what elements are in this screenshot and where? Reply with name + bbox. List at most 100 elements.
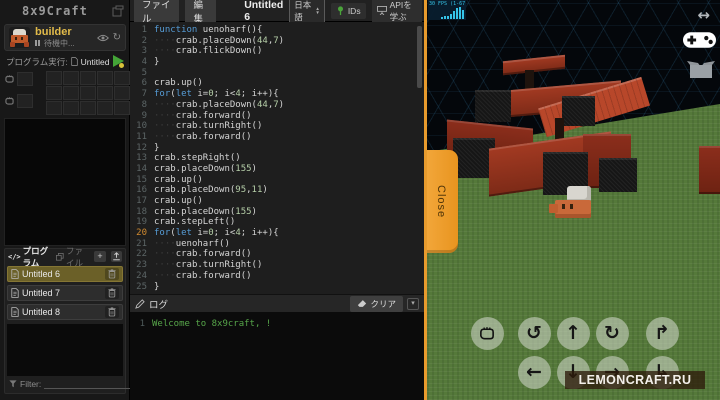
- clear-log-button[interactable]: クリア: [350, 295, 403, 312]
- eye-icon[interactable]: [96, 34, 109, 42]
- log-message: Welcome to 8x9craft, !: [152, 319, 272, 329]
- file-item[interactable]: Untitled 6: [7, 266, 123, 282]
- hand-slot-row: [4, 94, 33, 108]
- code-line: 13 crab.stepRight(): [130, 153, 424, 164]
- code-editor[interactable]: 1 function uenoharf(){2 ····crab.placeDown…: [130, 22, 424, 294]
- upload-button[interactable]: [110, 251, 122, 262]
- code-text: ····crab.forward(): [154, 270, 252, 281]
- app-logo: 8x9Craft: [22, 4, 88, 18]
- run-program-row: プログラム実行: Untitled 6: [4, 54, 126, 69]
- code-line: 20 for(let i=0; i<4; i++){: [130, 228, 424, 239]
- hand-icon: [4, 96, 15, 106]
- program-list-panel: </> プログラム ファイル + Untitled 6 Untitled 7 Unt…: [4, 246, 170, 394]
- file-item[interactable]: Untitled 8: [7, 304, 123, 320]
- inventory-slot[interactable]: [63, 101, 79, 115]
- code-line: 8 ····crab.placeDown(44,7): [130, 100, 424, 111]
- run-play-button[interactable]: [112, 55, 124, 68]
- filter-icon: [9, 380, 17, 388]
- document-icon: [70, 57, 78, 66]
- inventory-slot[interactable]: [46, 86, 62, 100]
- popout-icon[interactable]: [112, 5, 124, 17]
- line-number: 6: [141, 78, 147, 89]
- move-left-button[interactable]: ←: [517, 355, 551, 389]
- code-text: for(let i=0; i<4; i++){: [154, 228, 279, 239]
- line-number: 14: [136, 163, 147, 174]
- lecture-icon: [376, 6, 387, 15]
- character-name: builder: [35, 25, 72, 38]
- close-drawer-tab[interactable]: Close: [427, 150, 458, 253]
- fps-badge: 30 FPS (1-67): [428, 0, 466, 20]
- inventory-slot[interactable]: [63, 86, 79, 100]
- code-line: 7 for(let i=0; i<4; i++){: [130, 89, 424, 100]
- code-text: }: [154, 57, 160, 68]
- rotate-cw-button[interactable]: ↻: [595, 316, 629, 350]
- filter-bar: Filter: ×: [5, 377, 170, 393]
- log-collapse-button[interactable]: ▾: [407, 297, 419, 310]
- refresh-icon[interactable]: ↻: [113, 32, 121, 43]
- run-label: プログラム実行:: [6, 56, 68, 67]
- code-text: crab.placeDown(155): [154, 206, 257, 217]
- turn-up-button[interactable]: ↱: [645, 316, 679, 350]
- hand-slot[interactable]: [17, 72, 33, 86]
- delete-file-button[interactable]: [105, 287, 119, 299]
- code-text: }: [154, 281, 160, 292]
- hand-slot[interactable]: [17, 94, 33, 108]
- delete-file-button[interactable]: [105, 306, 119, 318]
- line-number: 18: [136, 206, 147, 217]
- code-text: ····uenoharf(): [154, 238, 230, 249]
- fps-histogram: [441, 7, 464, 19]
- code-text: crab.up(): [154, 78, 203, 89]
- editor-scrollbar[interactable]: [417, 26, 422, 88]
- game-viewport[interactable]: 30 FPS (1-67) ↔ Close ↺↑↻↱←↓→↳ LEMONCRAF…: [427, 0, 720, 400]
- inventory-slot[interactable]: [97, 101, 113, 115]
- delete-file-button[interactable]: [105, 268, 119, 280]
- inventory-slot[interactable]: [46, 71, 62, 85]
- code-line: 4}: [130, 57, 424, 68]
- inventory-slot[interactable]: [80, 101, 96, 115]
- inventory-slot[interactable]: [80, 86, 96, 100]
- inventory-slot[interactable]: [63, 71, 79, 85]
- pan-hand-button[interactable]: [470, 316, 504, 350]
- code-text: ····crab.forward(): [154, 110, 252, 121]
- code-line: 21 ····uenoharf(): [130, 239, 424, 250]
- line-number: 5: [141, 67, 147, 78]
- rotate-ccw-button[interactable]: ↺: [517, 316, 551, 350]
- box-icon[interactable]: [686, 58, 716, 82]
- file-list-empty-area: [7, 324, 123, 376]
- inventory-slot[interactable]: [114, 71, 130, 85]
- inventory-slot[interactable]: [46, 101, 62, 115]
- inventory-slot[interactable]: [114, 86, 130, 100]
- move-up-button[interactable]: ↑: [556, 316, 590, 350]
- add-file-button[interactable]: +: [94, 251, 106, 262]
- resize-arrows-icon[interactable]: ↔: [697, 6, 710, 24]
- code-text: ····crab.placeDown(44,7): [154, 35, 285, 46]
- line-number: 12: [136, 142, 147, 153]
- inventory-panel: [4, 70, 130, 117]
- code-line: 1 function uenoharf(){: [130, 25, 424, 36]
- inventory-slot[interactable]: [97, 86, 113, 100]
- code-line: 2 ····crab.placeDown(44,7): [130, 36, 424, 47]
- line-number: 4: [141, 57, 147, 68]
- list-header: </> プログラム ファイル +: [5, 246, 125, 268]
- inventory-grid: [46, 71, 130, 115]
- code-line: 17 crab.up(): [130, 196, 424, 207]
- inventory-slot[interactable]: [114, 101, 130, 115]
- language-select[interactable]: 日本語 ▲ ▼: [289, 0, 325, 25]
- code-text: ····crab.turnRight(): [154, 121, 263, 132]
- file-name: Untitled 7: [22, 288, 61, 298]
- gamepad-icon[interactable]: [683, 30, 716, 50]
- line-number: 8: [141, 99, 147, 110]
- line-number: 16: [136, 185, 147, 196]
- code-line: 18 crab.placeDown(155): [130, 207, 424, 218]
- app-window: 8x9Craft builder 待機中... ↻ プログラム実行: Untit…: [0, 0, 720, 400]
- inventory-slot[interactable]: [97, 71, 113, 85]
- ids-button[interactable]: IDs: [330, 2, 366, 19]
- file-item[interactable]: Untitled 7: [7, 285, 123, 301]
- code-text: ····crab.flickDown(): [154, 46, 263, 57]
- code-text: crab.placeDown(155): [154, 163, 257, 174]
- inventory-slot[interactable]: [80, 71, 96, 85]
- code-text: crab.stepRight(): [154, 153, 241, 164]
- code-line: 12}: [130, 143, 424, 154]
- code-text: function uenoharf(){: [154, 25, 263, 35]
- line-number: 17: [136, 196, 147, 206]
